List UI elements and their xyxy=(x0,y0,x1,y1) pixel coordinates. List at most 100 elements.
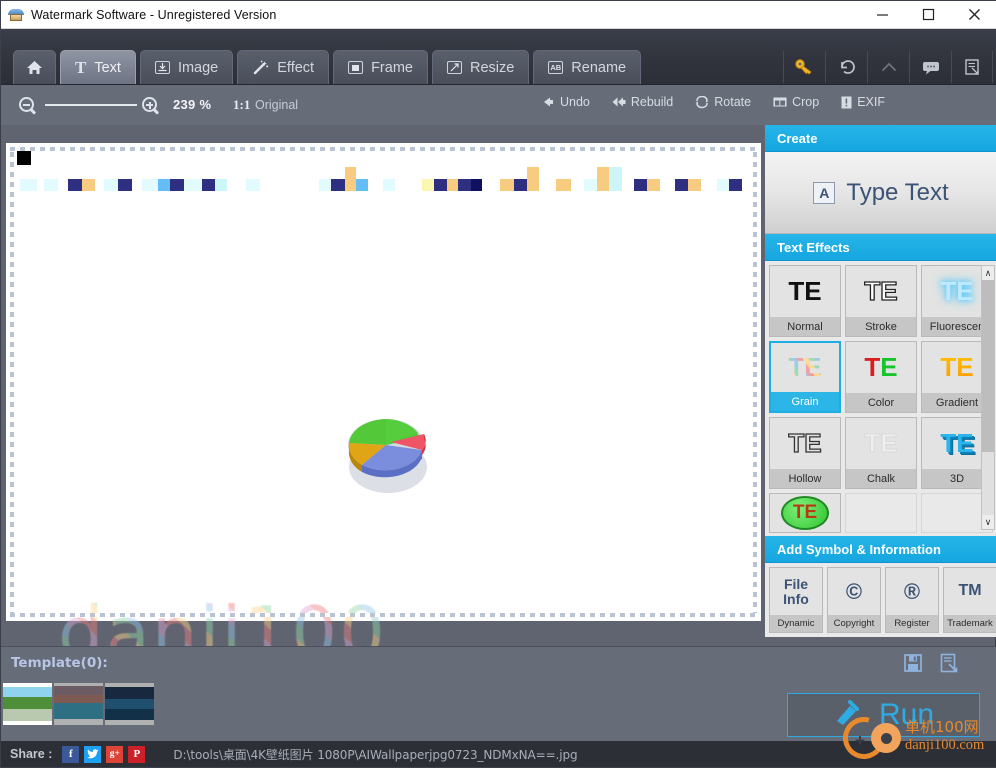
tab-effect-label: Effect xyxy=(277,59,315,76)
maximize-button[interactable] xyxy=(905,1,951,29)
crop-action[interactable]: Crop xyxy=(773,95,819,109)
effect-badge-sample: TE xyxy=(770,494,840,532)
pinterest-icon[interactable]: P xyxy=(128,745,146,763)
copyright-glyph: © xyxy=(845,578,863,604)
right-panel: Create A Type Text Text Effects TE Norma… xyxy=(765,125,996,645)
twitter-icon[interactable] xyxy=(84,745,102,763)
zoom-out-icon[interactable] xyxy=(19,97,36,114)
symbols-section-header: Add Symbol & Information xyxy=(765,536,996,563)
text-T-icon: T xyxy=(75,58,87,77)
register-symbol[interactable]: ® Register xyxy=(885,567,939,633)
canvas-actions: Undo Rebuild Rotate Crop EXIF xyxy=(543,95,885,109)
undo-triangle-icon xyxy=(543,97,553,107)
exif-icon xyxy=(841,96,852,108)
tab-rename[interactable]: AB Rename xyxy=(533,50,642,84)
type-text-button[interactable]: A Type Text xyxy=(765,152,996,234)
document-icon[interactable] xyxy=(951,51,993,83)
template-thumb-2[interactable] xyxy=(54,683,103,725)
file-info-symbol[interactable]: File Info Dynamic xyxy=(769,567,823,633)
selection-handle[interactable] xyxy=(17,151,31,165)
application-window: Watermark Software - Unregistered Versio… xyxy=(0,0,996,768)
tab-effect[interactable]: Effect xyxy=(237,50,330,84)
trademark-glyph: TM xyxy=(958,582,982,600)
zoom-in-icon[interactable] xyxy=(142,97,159,114)
copyright-symbol[interactable]: © Copyright xyxy=(827,567,881,633)
effect-grain-sample: TE xyxy=(771,343,839,392)
effect-placeholder-1[interactable] xyxy=(845,493,917,533)
tab-resize[interactable]: Resize xyxy=(431,50,530,84)
exif-action-label: EXIF xyxy=(857,95,885,109)
effect-badge-partial[interactable]: TE xyxy=(769,493,841,533)
rename-ab-icon: AB xyxy=(548,61,564,74)
key-icon[interactable] xyxy=(783,51,825,83)
effect-chalk-label: Chalk xyxy=(846,469,916,488)
rebuild-action-label: Rebuild xyxy=(630,95,674,109)
undo-arrow-icon[interactable] xyxy=(825,51,867,83)
title-bar: Watermark Software - Unregistered Versio… xyxy=(1,1,996,29)
google-plus-icon[interactable]: g+ xyxy=(106,745,124,763)
frame-icon xyxy=(348,61,364,74)
rebuild-action[interactable]: Rebuild xyxy=(612,95,673,109)
effect-hollow[interactable]: TE Hollow xyxy=(769,417,841,489)
main-tab-bar: T Text Image Effect Frame Resize AB Rena… xyxy=(1,29,996,85)
window-title: Watermark Software - Unregistered Versio… xyxy=(31,7,277,22)
tab-home[interactable] xyxy=(13,50,56,84)
scroll-down-icon[interactable]: ∨ xyxy=(982,515,994,529)
tab-frame-label: Frame xyxy=(371,59,413,76)
effect-stroke[interactable]: TE Stroke xyxy=(845,265,917,337)
minimize-button[interactable] xyxy=(859,1,905,29)
redo-arrow-icon[interactable] xyxy=(867,51,909,83)
trademark-label: Trademark xyxy=(944,615,996,632)
effect-badge-glyph: TE xyxy=(781,496,829,530)
file-info-label: Dynamic xyxy=(770,615,822,632)
effect-stroke-label: Stroke xyxy=(846,317,916,336)
tab-rename-label: Rename xyxy=(571,59,627,76)
file-info-glyph: File Info xyxy=(783,575,809,607)
register-glyph: ® xyxy=(903,578,921,604)
tab-resize-label: Resize xyxy=(469,59,515,76)
resize-icon xyxy=(446,61,462,74)
effect-color[interactable]: TE Color xyxy=(845,341,917,413)
crop-icon xyxy=(773,97,787,107)
share-label: Share : xyxy=(10,747,53,761)
template-thumb-3[interactable] xyxy=(105,683,154,725)
effect-hollow-sample: TE xyxy=(788,427,823,458)
image-canvas[interactable]: danji100 xyxy=(6,143,761,675)
register-label: Register xyxy=(886,615,938,632)
symbols-row: File Info Dynamic © Copyright ® Register … xyxy=(765,563,996,637)
window-toolbar xyxy=(783,51,993,83)
undo-action-label: Undo xyxy=(559,95,590,109)
image-icon xyxy=(154,61,170,74)
watermark-en-text: danji100.com xyxy=(905,737,985,753)
close-button[interactable] xyxy=(951,1,996,29)
tab-image-label: Image xyxy=(177,59,219,76)
effect-grain-label: Grain xyxy=(771,392,839,411)
scroll-up-icon[interactable]: ∧ xyxy=(982,266,994,280)
zoom-slider[interactable] xyxy=(45,104,137,106)
home-icon xyxy=(26,60,43,75)
feedback-bubble-icon[interactable] xyxy=(909,51,951,83)
template-thumb-1[interactable] xyxy=(3,683,52,725)
copyright-label: Copyright xyxy=(828,615,880,632)
effect-normal-label: Normal xyxy=(770,317,840,336)
load-template-icon[interactable] xyxy=(939,653,959,678)
scrollbar-thumb[interactable] xyxy=(982,280,994,452)
type-text-label: Type Text xyxy=(846,178,949,206)
tab-image[interactable]: Image xyxy=(139,50,234,84)
facebook-icon[interactable]: f xyxy=(62,745,80,763)
effect-hollow-label: Hollow xyxy=(770,469,840,488)
save-floppy-icon[interactable] xyxy=(903,653,923,678)
effect-chalk[interactable]: TE Chalk xyxy=(845,417,917,489)
effect-normal[interactable]: TE Normal xyxy=(769,265,841,337)
undo-action[interactable]: Undo xyxy=(543,95,590,109)
rotate-action[interactable]: Rotate xyxy=(695,95,751,109)
effect-grain[interactable]: TE Grain xyxy=(769,341,841,413)
one-to-one-button[interactable]: 1:1 xyxy=(233,97,250,113)
trademark-symbol[interactable]: TM Trademark xyxy=(943,567,996,633)
text-effects-scrollbar[interactable]: ∧ ∨ xyxy=(981,265,995,530)
original-size-button[interactable]: Original xyxy=(255,98,298,112)
canvas-selection-border xyxy=(6,143,761,621)
exif-action[interactable]: EXIF xyxy=(841,95,885,109)
tab-frame[interactable]: Frame xyxy=(333,50,428,84)
tab-text[interactable]: T Text xyxy=(60,50,136,84)
